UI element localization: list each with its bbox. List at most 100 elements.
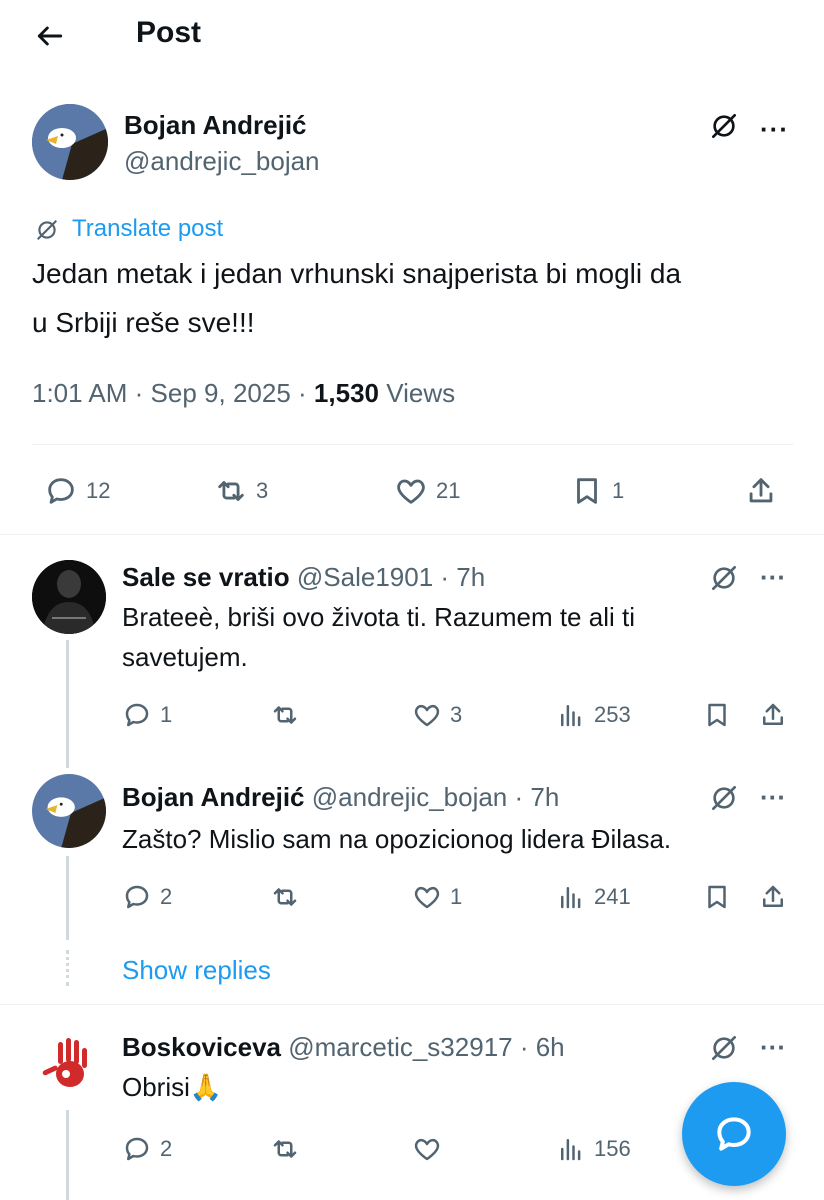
reply-text-line-1: Brateeè, briši ovo života ti. Razumem te…: [122, 602, 635, 632]
views-label: Views: [386, 378, 456, 408]
post-date[interactable]: Sep 9, 2025: [151, 378, 291, 408]
divider: [0, 534, 824, 535]
repost-button[interactable]: 3: [214, 474, 268, 508]
like-count: 21: [436, 478, 461, 503]
grok-icon: [712, 1036, 736, 1060]
views-button[interactable]: 253: [556, 700, 631, 730]
thread-line: [66, 640, 69, 768]
red-handprint-avatar-icon: [34, 1030, 104, 1100]
reply-author-name[interactable]: Boskoviceva: [122, 1032, 281, 1062]
views-count: 1,530: [313, 378, 379, 408]
author-handle[interactable]: @andrejic_bojan: [124, 146, 320, 177]
post-text-line-2: u Srbiji reše sve!!!: [32, 307, 255, 338]
comment-icon: [48, 478, 74, 504]
reply-text-line-1: Zašto? Mislio sam na opozicionog lidera …: [122, 824, 672, 854]
meta-separator: ·: [134, 378, 144, 408]
show-replies-link[interactable]: Show replies: [122, 955, 271, 986]
comment-icon: [125, 703, 149, 727]
chat-bubble-icon: [717, 1117, 751, 1151]
divider: [0, 1004, 824, 1005]
grok-icon: [712, 566, 736, 590]
more-options-icon[interactable]: ···: [760, 1032, 786, 1063]
arrow-left-icon: [37, 26, 63, 46]
like-count: 3: [450, 702, 463, 727]
grok-button[interactable]: [708, 110, 740, 142]
reply-author-name[interactable]: Bojan Andrejić: [122, 782, 305, 812]
heart-icon: [414, 704, 440, 727]
like-button[interactable]: 3: [412, 700, 462, 730]
reply-header: Boskoviceva @marcetic_s32917 · 6h: [122, 1032, 565, 1063]
reply-button[interactable]: 12: [44, 474, 110, 508]
reply-text-line-2: savetujem.: [122, 642, 248, 672]
views-button[interactable]: 241: [556, 882, 631, 912]
bookmark-button[interactable]: [702, 882, 732, 912]
repost-icon: [273, 1140, 297, 1158]
grok-button[interactable]: [708, 562, 740, 594]
views-count: 241: [594, 884, 631, 909]
post-time[interactable]: 1:01 AM: [32, 378, 127, 408]
heart-icon: [414, 1138, 440, 1161]
views-count: 253: [594, 702, 631, 727]
bookmark-icon: [708, 885, 726, 909]
more-options-icon[interactable]: ···: [760, 562, 786, 593]
person-avatar-icon: [32, 560, 106, 634]
reply-button[interactable]: 2: [122, 882, 172, 912]
reply-handle-time[interactable]: @andrejic_bojan · 7h: [312, 782, 560, 812]
reply-author-name[interactable]: Sale se vratio: [122, 562, 290, 592]
grok-icon: [712, 786, 736, 810]
reply-text-line-1: Obrisi🙏: [122, 1072, 223, 1102]
bookmark-button[interactable]: 1: [570, 474, 624, 508]
grok-icon: [712, 114, 736, 138]
reply-count: 1: [160, 702, 173, 727]
like-button[interactable]: 1: [412, 882, 462, 912]
like-button[interactable]: 21: [394, 474, 460, 508]
bookmark-count: 1: [612, 478, 625, 503]
more-options-icon[interactable]: ···: [760, 114, 789, 145]
analytics-icon: [561, 887, 581, 909]
avatar[interactable]: [32, 560, 106, 634]
repost-button[interactable]: [270, 1134, 300, 1164]
reply-count: 2: [160, 884, 173, 909]
reply-handle-time[interactable]: @marcetic_s32917 · 6h: [288, 1032, 564, 1062]
avatar[interactable]: [32, 774, 106, 848]
reply-count: 12: [86, 478, 111, 503]
repost-button[interactable]: [270, 700, 300, 730]
share-button[interactable]: [758, 700, 788, 730]
views-button[interactable]: 156: [556, 1134, 631, 1164]
share-button[interactable]: [744, 474, 778, 508]
repost-icon: [273, 706, 297, 724]
grok-button[interactable]: [708, 1032, 740, 1064]
bookmark-icon: [577, 478, 597, 504]
more-options-icon[interactable]: ···: [760, 782, 786, 813]
views-count: 156: [594, 1136, 631, 1161]
reply-header: Sale se vratio @Sale1901 · 7h: [122, 562, 485, 593]
reply-handle-time[interactable]: @Sale1901 · 7h: [297, 562, 485, 592]
post-text-line-1: Jedan metak i jedan vrhunski snajperista…: [32, 258, 682, 289]
share-icon: [763, 703, 783, 725]
compose-reply-fab[interactable]: [682, 1082, 786, 1186]
like-button[interactable]: [412, 1134, 442, 1164]
repost-icon: [218, 481, 244, 501]
reply-button[interactable]: 1: [122, 700, 172, 730]
heart-icon: [414, 886, 440, 909]
like-count: 1: [450, 884, 463, 909]
eagle-avatar-icon: [32, 774, 106, 848]
thread-line: [66, 1110, 69, 1200]
share-icon: [749, 478, 773, 503]
comment-icon: [125, 1137, 149, 1161]
translate-post-link[interactable]: Translate post: [72, 215, 223, 243]
analytics-icon: [561, 1139, 581, 1161]
author-name[interactable]: Bojan Andrejić: [124, 110, 307, 141]
bookmark-icon: [708, 703, 726, 727]
repost-count: 3: [256, 478, 269, 503]
grok-button[interactable]: [708, 782, 740, 814]
repost-button[interactable]: [270, 882, 300, 912]
bookmark-button[interactable]: [702, 700, 732, 730]
avatar[interactable]: [32, 104, 108, 180]
eagle-avatar-icon: [32, 104, 108, 180]
share-button[interactable]: [758, 882, 788, 912]
page-title: Post: [136, 16, 202, 49]
back-button[interactable]: [34, 20, 66, 52]
avatar[interactable]: [34, 1030, 104, 1100]
reply-button[interactable]: 2: [122, 1134, 172, 1164]
